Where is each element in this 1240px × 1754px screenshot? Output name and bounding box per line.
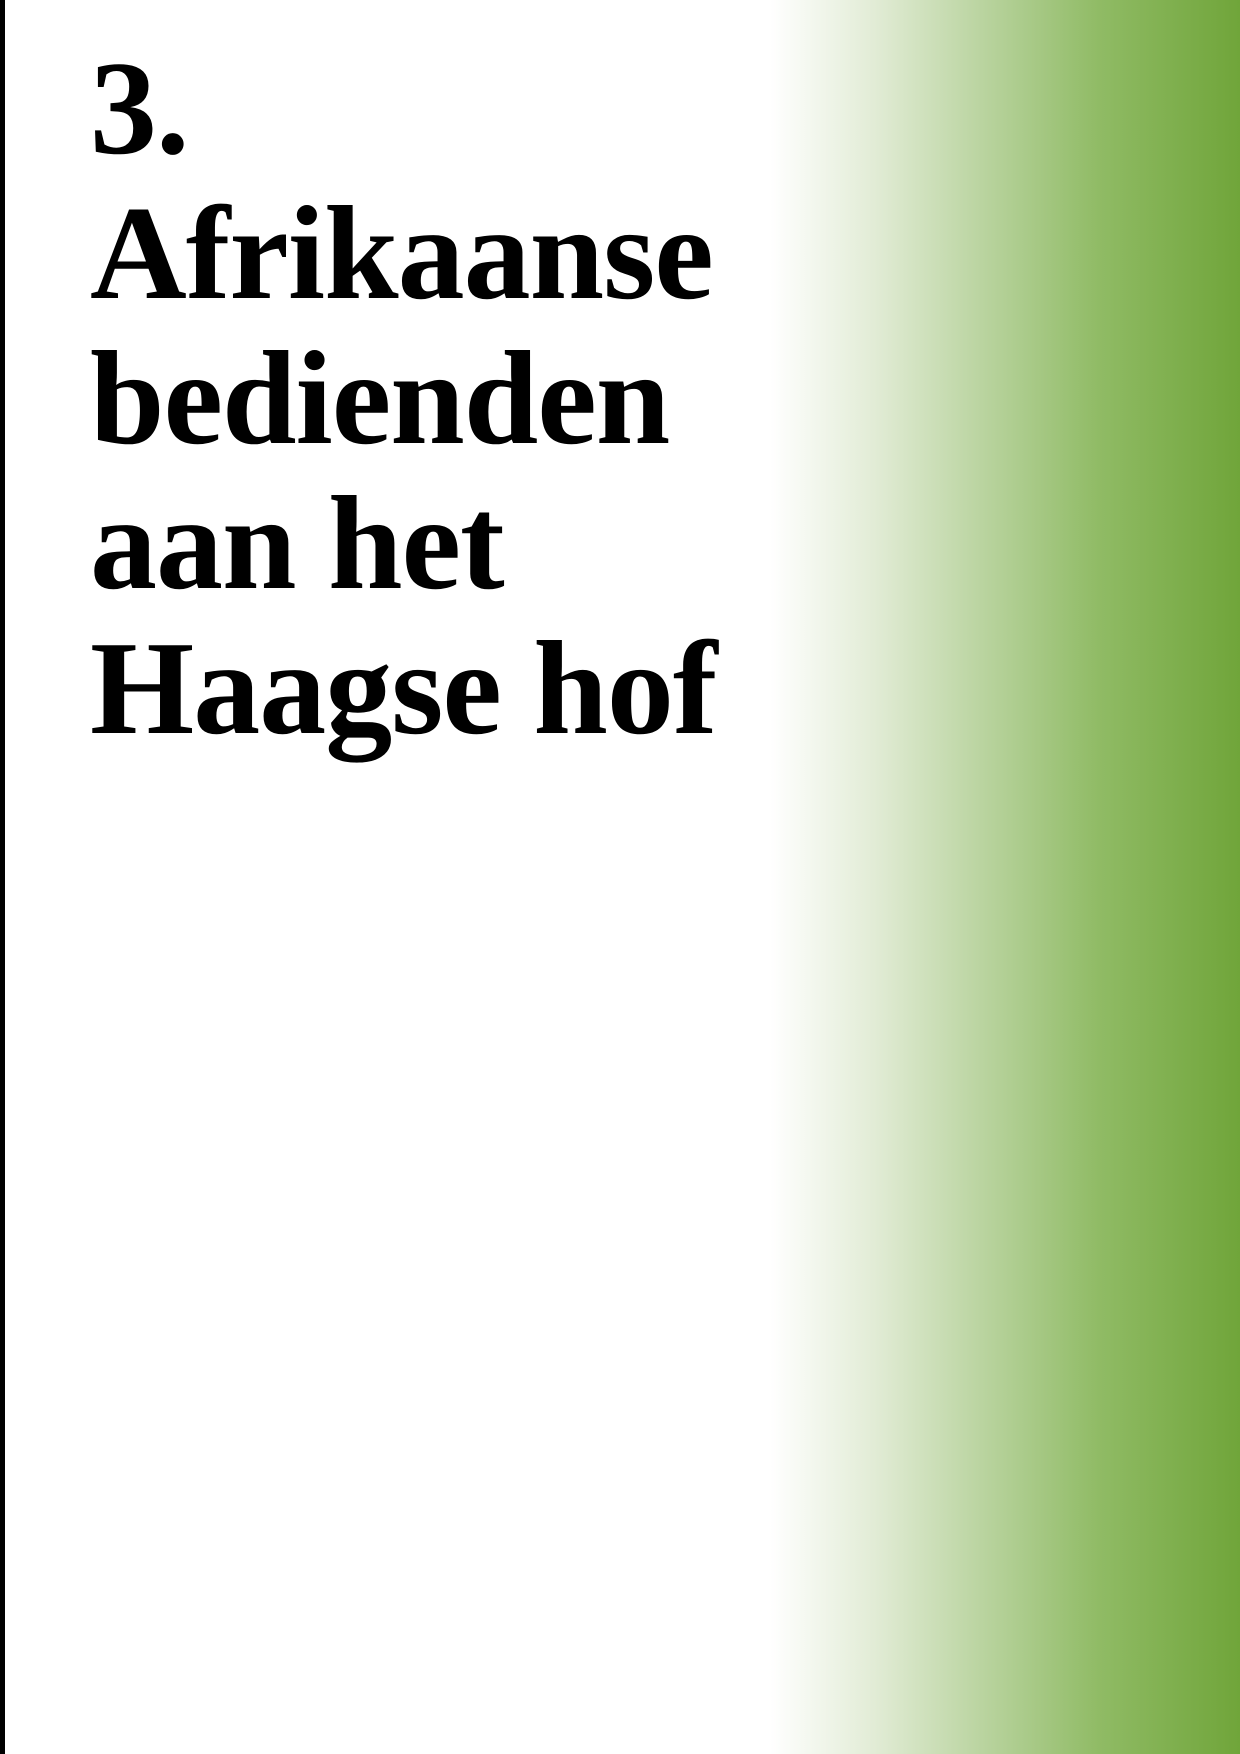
green-gradient-band (770, 0, 1240, 1754)
chapter-title-line: Afrikaanse (90, 179, 714, 327)
chapter-number: 3. (90, 34, 190, 182)
chapter-title-line: aan het (90, 469, 505, 617)
chapter-heading: 3. Afrikaanse bedienden aan het Haagse h… (90, 36, 810, 761)
page-edge-rule (0, 0, 5, 1754)
chapter-title-line: bedienden (90, 324, 670, 472)
chapter-title-line: Haagse hof (90, 614, 718, 762)
book-page: 3. Afrikaanse bedienden aan het Haagse h… (0, 0, 1240, 1754)
